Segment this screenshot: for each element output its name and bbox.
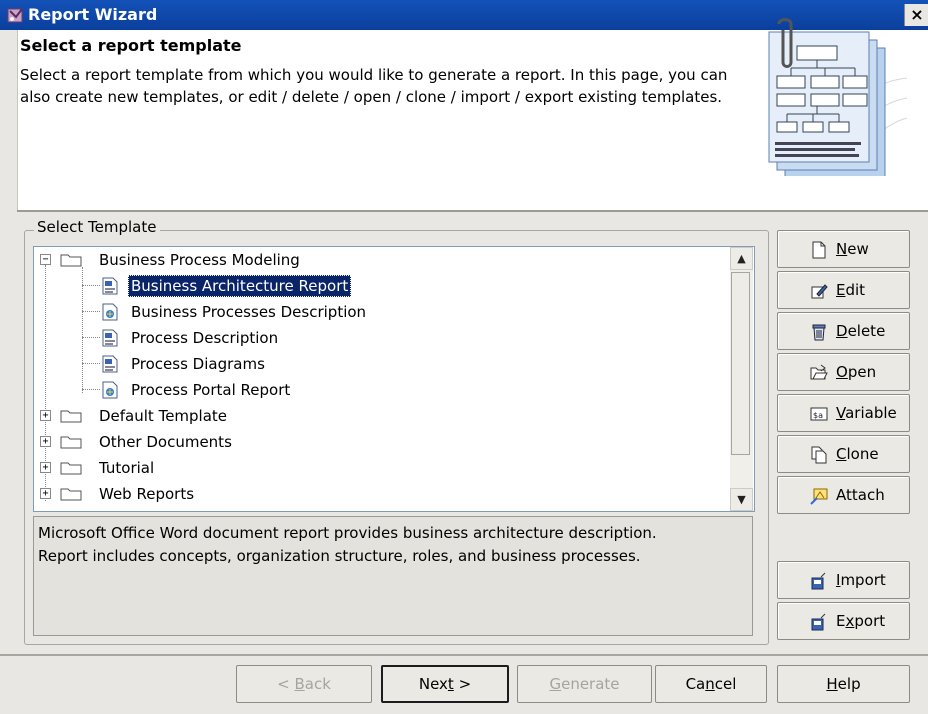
expand-toggle-icon[interactable]: + [40,462,51,473]
clone-icon [811,446,827,464]
word-document-icon [102,277,118,295]
back-button[interactable]: < Back [236,665,372,703]
template-description-line: Microsoft Office Word document report pr… [38,524,657,542]
variable-icon: $a [810,407,828,421]
folder-icon [60,254,82,267]
cancel-button[interactable]: Cancel [655,665,767,703]
select-template-group-label: Select Template [34,218,160,236]
tree-node-label: Business Processes Description [131,303,367,321]
folder-icon [60,462,82,475]
attach-button-label: Attach [836,486,885,504]
tree-connector [82,363,100,364]
scroll-up-icon[interactable]: ▲ [730,247,753,270]
tree-node-label: Process Portal Report [131,381,291,399]
variable-button[interactable]: $a Variable [777,394,910,432]
edit-icon [811,284,828,299]
tree-node-label: Web Reports [99,485,195,503]
tree-scrollbar[interactable]: ▲ ▼ [730,247,753,511]
collapse-toggle-icon[interactable]: − [40,254,51,265]
tree-node-label: Tutorial [99,459,155,477]
help-button[interactable]: Help [777,665,910,703]
import-button[interactable]: Import [777,561,910,599]
page-title: Select a report template [20,36,242,55]
new-document-icon [812,241,826,259]
import-button-label: Import [836,571,886,589]
scroll-thumb[interactable] [731,272,750,455]
tree-node-label: Business Architecture Report [128,275,352,297]
window-title: Report Wizard [28,5,158,24]
clone-button[interactable]: Clone [777,435,910,473]
tree-node-label: Business Process Modeling [99,251,300,269]
new-button-label: New [836,240,869,258]
trash-icon [812,324,826,341]
edit-button-label: Edit [836,281,866,299]
footer-separator [0,654,928,656]
tree-connector [82,285,100,286]
import-icon [811,572,826,590]
template-description-line: Report includes concepts, organization s… [38,547,641,565]
export-icon [811,613,826,631]
new-button[interactable]: New [777,230,910,268]
word-document-icon [102,355,118,373]
edit-button[interactable]: Edit [777,271,910,309]
svg-text:$a: $a [813,411,823,420]
delete-button[interactable]: Delete [777,312,910,350]
expand-toggle-icon[interactable]: + [40,410,51,421]
tree-node-label: Process Description [131,329,279,347]
template-description-panel: Microsoft Office Word document report pr… [33,516,753,636]
folder-icon [60,410,82,423]
template-tree[interactable]: − Business Process Modeling Business Arc… [33,246,755,512]
open-button[interactable]: Open [777,353,910,391]
variable-button-label: Variable [836,404,897,422]
tree-connector [82,311,100,312]
export-button[interactable]: Export [777,602,910,640]
scroll-down-icon[interactable]: ▼ [730,488,753,511]
tree-connector [82,337,100,338]
next-button[interactable]: Next > [381,665,509,703]
tree-node-label: Default Template [99,407,228,425]
open-button-label: Open [836,363,877,381]
header-separator [17,210,928,212]
attach-icon [810,488,828,505]
attach-button[interactable]: Attach [777,476,910,514]
delete-button-label: Delete [836,322,886,340]
html-document-icon [102,381,118,399]
expand-toggle-icon[interactable]: + [40,436,51,447]
html-document-icon [102,303,118,321]
open-folder-icon [810,364,828,380]
folder-icon [60,488,82,501]
clone-button-label: Clone [836,445,879,463]
tree-connector [82,389,100,390]
close-button[interactable]: × [904,4,928,26]
report-wizard-icon [7,8,23,23]
tree-node-label: Process Diagrams [131,355,265,373]
word-document-icon [102,329,118,347]
expand-toggle-icon[interactable]: + [40,488,51,499]
page-description: Select a report template from which you … [20,66,728,106]
template-document-illustration [768,18,907,176]
tree-node-label: Other Documents [99,433,232,451]
folder-icon [60,436,82,449]
export-button-label: Export [836,612,886,630]
generate-button[interactable]: Generate [517,665,652,703]
